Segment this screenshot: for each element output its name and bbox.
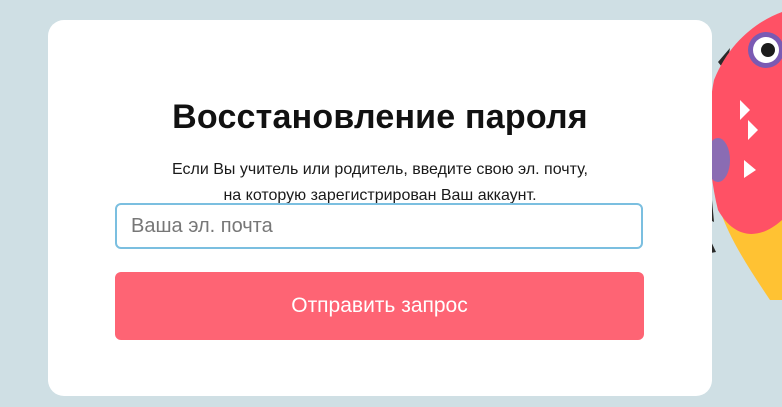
page-title: Восстановление пароля: [172, 98, 588, 136]
email-input[interactable]: [115, 203, 643, 249]
monster-mascot-illustration: [700, 12, 782, 300]
instruction-text: Если Вы учитель или родитель, введите св…: [108, 157, 652, 209]
send-request-button[interactable]: Отправить запрос: [115, 272, 644, 340]
instruction-line-1: Если Вы учитель или родитель, введите св…: [172, 161, 588, 178]
